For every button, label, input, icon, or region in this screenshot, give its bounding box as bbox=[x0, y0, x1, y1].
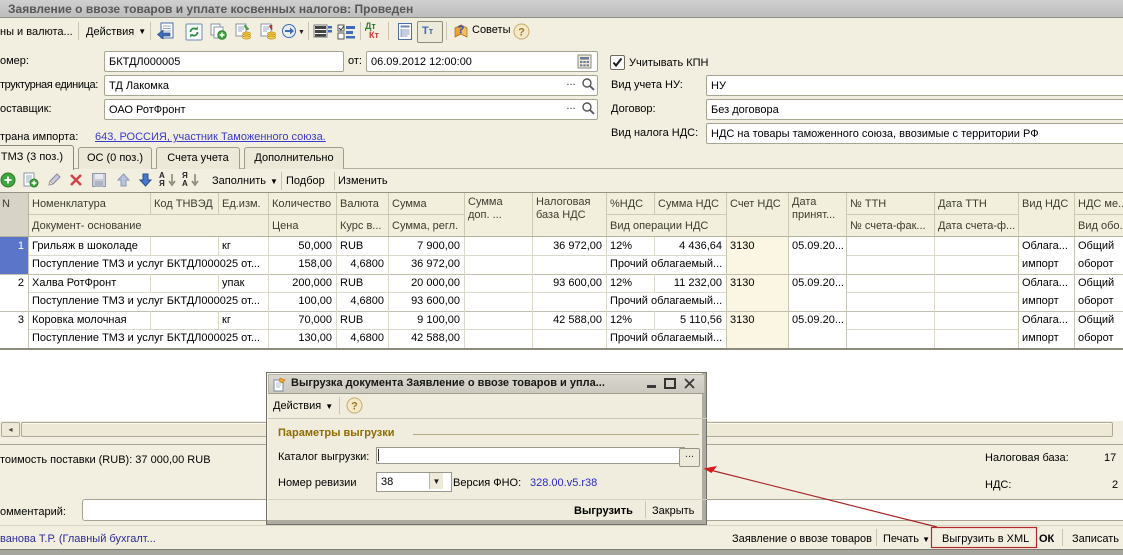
svg-text:?: ? bbox=[351, 401, 358, 413]
svg-text:?: ? bbox=[518, 27, 525, 39]
svg-text:?: ? bbox=[458, 24, 465, 36]
